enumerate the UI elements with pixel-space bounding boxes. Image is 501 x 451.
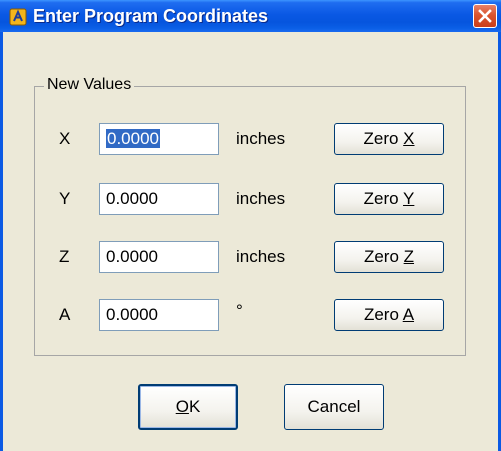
window-title: Enter Program Coordinates: [33, 6, 269, 26]
window-frame-left: [0, 32, 3, 451]
a-value-text: 0.0000: [106, 305, 158, 324]
y-unit-label: inches: [236, 189, 286, 208]
zero-x-button[interactable]: Zero X: [334, 123, 444, 155]
y-value-input[interactable]: 0.0000: [99, 183, 219, 215]
zero-a-accel: A: [402, 305, 415, 324]
x-unit-label: inches: [236, 129, 286, 148]
zero-z-label: Zero: [363, 247, 404, 266]
axis-label-z: Z: [59, 247, 70, 266]
zero-a-button[interactable]: Zero A: [334, 299, 444, 331]
z-value-text: 0.0000: [106, 247, 158, 266]
y-value-text: 0.0000: [106, 189, 158, 208]
zero-x-label: Zero: [363, 129, 404, 148]
groupbox-legend: New Values: [44, 76, 135, 94]
title-bar[interactable]: Enter Program Coordinates: [0, 0, 501, 32]
close-button[interactable]: [473, 4, 497, 28]
zero-y-button[interactable]: Zero Y: [334, 183, 444, 215]
axis-label-x: X: [59, 129, 71, 148]
cancel-button[interactable]: Cancel: [284, 384, 384, 430]
x-value-input[interactable]: 0.0000: [99, 123, 219, 155]
z-unit-label: inches: [236, 247, 286, 266]
ok-button[interactable]: OK: [138, 384, 238, 430]
a-value-input[interactable]: 0.0000: [99, 299, 219, 331]
zero-y-label: Zero: [363, 189, 404, 208]
axis-label-y: Y: [59, 189, 71, 208]
ok-accel: O: [175, 397, 189, 416]
x-value-selected-text: 0.0000: [106, 129, 160, 148]
close-icon: [478, 9, 492, 23]
a-unit-label: °: [236, 301, 243, 320]
axis-label-a: A: [59, 305, 71, 324]
z-value-input[interactable]: 0.0000: [99, 241, 219, 273]
app-icon: [9, 8, 27, 26]
zero-x-accel: X: [403, 129, 415, 148]
zero-z-accel: Z: [403, 247, 415, 266]
zero-y-accel: Y: [403, 189, 415, 208]
zero-z-button[interactable]: Zero Z: [334, 241, 444, 273]
ok-label-rest: K: [188, 397, 201, 416]
zero-a-label: Zero: [363, 305, 403, 324]
